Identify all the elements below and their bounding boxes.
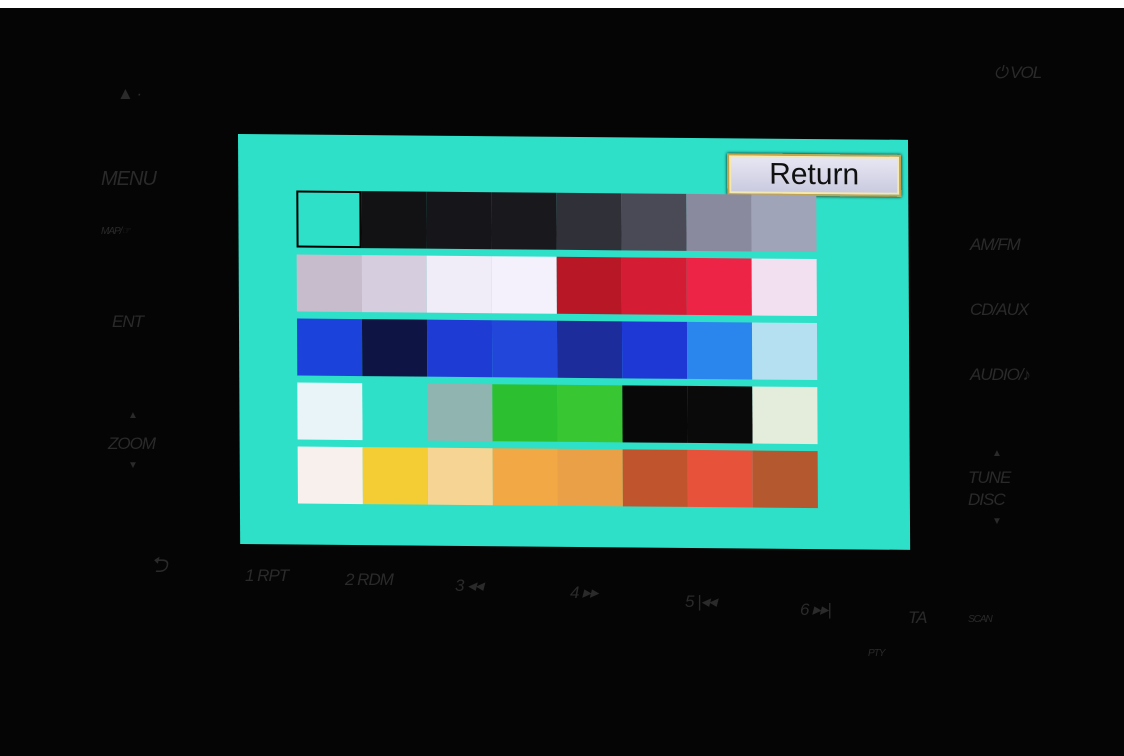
color-palette-grid	[296, 190, 844, 516]
tune-down-icon[interactable]: ▼	[992, 516, 1002, 527]
ent-button[interactable]: ENT	[112, 312, 144, 332]
audio-button[interactable]: AUDIO/♪	[970, 365, 1031, 385]
color-swatch-1-4[interactable]	[491, 192, 557, 250]
palette-row	[297, 382, 843, 445]
color-swatch-5-4[interactable]	[492, 448, 558, 506]
color-swatch-3-8[interactable]	[751, 322, 818, 381]
preset-6-button[interactable]: 6 ▸▸|	[800, 600, 832, 620]
palette-row	[296, 254, 843, 317]
color-swatch-3-1[interactable]	[296, 318, 363, 377]
color-swatch-5-6[interactable]	[622, 449, 688, 507]
tune-button[interactable]: TUNE	[968, 468, 1011, 488]
color-swatch-1-7[interactable]	[686, 193, 752, 252]
color-swatch-5-2[interactable]	[362, 447, 428, 505]
color-swatch-1-5[interactable]	[556, 192, 622, 251]
color-swatch-1-8[interactable]	[751, 194, 817, 253]
color-swatch-4-5[interactable]	[557, 384, 623, 443]
color-swatch-4-8[interactable]	[752, 386, 818, 445]
preset-3-button[interactable]: 3 ◂◂	[455, 576, 483, 596]
color-swatch-2-5[interactable]	[556, 256, 622, 315]
power-volume-knob[interactable]: ⏻ VOL	[994, 63, 1042, 83]
eject-button[interactable]: ▲ ·	[117, 84, 142, 104]
color-swatch-5-3[interactable]	[427, 447, 493, 506]
am-fm-button[interactable]: AM/FM	[970, 235, 1021, 255]
scan-button[interactable]: SCAN	[968, 614, 993, 625]
color-swatch-1-6[interactable]	[621, 193, 687, 251]
color-swatch-4-6[interactable]	[622, 385, 688, 443]
color-swatch-3-5[interactable]	[556, 320, 623, 379]
color-swatch-5-8[interactable]	[752, 450, 818, 509]
preset-1-button[interactable]: 1 RPT	[245, 566, 289, 586]
color-swatch-1-1[interactable]	[296, 190, 362, 249]
preset-2-button[interactable]: 2 RDM	[345, 570, 394, 590]
color-swatch-3-7[interactable]	[686, 321, 753, 380]
disc-button[interactable]: DISC	[968, 490, 1006, 510]
color-swatch-2-8[interactable]	[751, 258, 817, 317]
color-swatch-3-4[interactable]	[491, 320, 558, 378]
color-swatch-2-1[interactable]	[296, 254, 362, 313]
cd-aux-button[interactable]: CD/AUX	[970, 300, 1029, 320]
palette-row	[296, 318, 843, 381]
return-button[interactable]: Return	[727, 153, 902, 197]
color-swatch-3-2[interactable]	[361, 319, 428, 377]
color-swatch-5-7[interactable]	[687, 449, 753, 508]
tune-up-icon[interactable]: ▲	[992, 448, 1002, 459]
color-swatch-5-1[interactable]	[297, 446, 363, 505]
map-button[interactable]: MAP/☞	[101, 226, 130, 237]
pty-label: PTY	[868, 648, 885, 659]
color-swatch-4-1[interactable]	[297, 382, 363, 441]
color-palette-screen: Return	[238, 134, 911, 550]
color-swatch-2-4[interactable]	[491, 256, 557, 314]
head-unit-bezel: ▲ · MENU MAP/☞ ENT ▲ ZOOM ▼ ⮌ ⏻ VOL AM/F…	[0, 8, 1124, 756]
preset-5-button[interactable]: 5 |◂◂	[685, 592, 717, 612]
color-swatch-3-6[interactable]	[621, 321, 688, 379]
color-swatch-4-3[interactable]	[427, 383, 493, 442]
ta-button[interactable]: TA	[908, 608, 927, 628]
back-arrow-icon[interactable]: ⮌	[150, 548, 168, 586]
color-swatch-3-3[interactable]	[426, 319, 493, 378]
color-swatch-1-2[interactable]	[361, 191, 427, 249]
palette-row	[297, 446, 844, 509]
color-swatch-4-7[interactable]	[687, 385, 753, 444]
color-swatch-1-3[interactable]	[426, 191, 492, 250]
zoom-up-icon[interactable]: ▲	[128, 410, 138, 421]
color-swatch-2-2[interactable]	[361, 255, 427, 313]
color-swatch-4-2[interactable]	[362, 383, 428, 441]
color-swatch-2-7[interactable]	[686, 257, 752, 316]
color-swatch-2-3[interactable]	[426, 255, 492, 314]
menu-button[interactable]: MENU	[101, 168, 157, 191]
color-swatch-4-4[interactable]	[492, 384, 558, 442]
zoom-down-icon[interactable]: ▼	[128, 460, 138, 471]
palette-row	[296, 190, 842, 253]
zoom-button[interactable]: ZOOM	[108, 434, 156, 454]
color-swatch-5-5[interactable]	[557, 448, 623, 507]
color-swatch-2-6[interactable]	[621, 257, 687, 315]
preset-4-button[interactable]: 4 ▸▸	[570, 583, 598, 603]
